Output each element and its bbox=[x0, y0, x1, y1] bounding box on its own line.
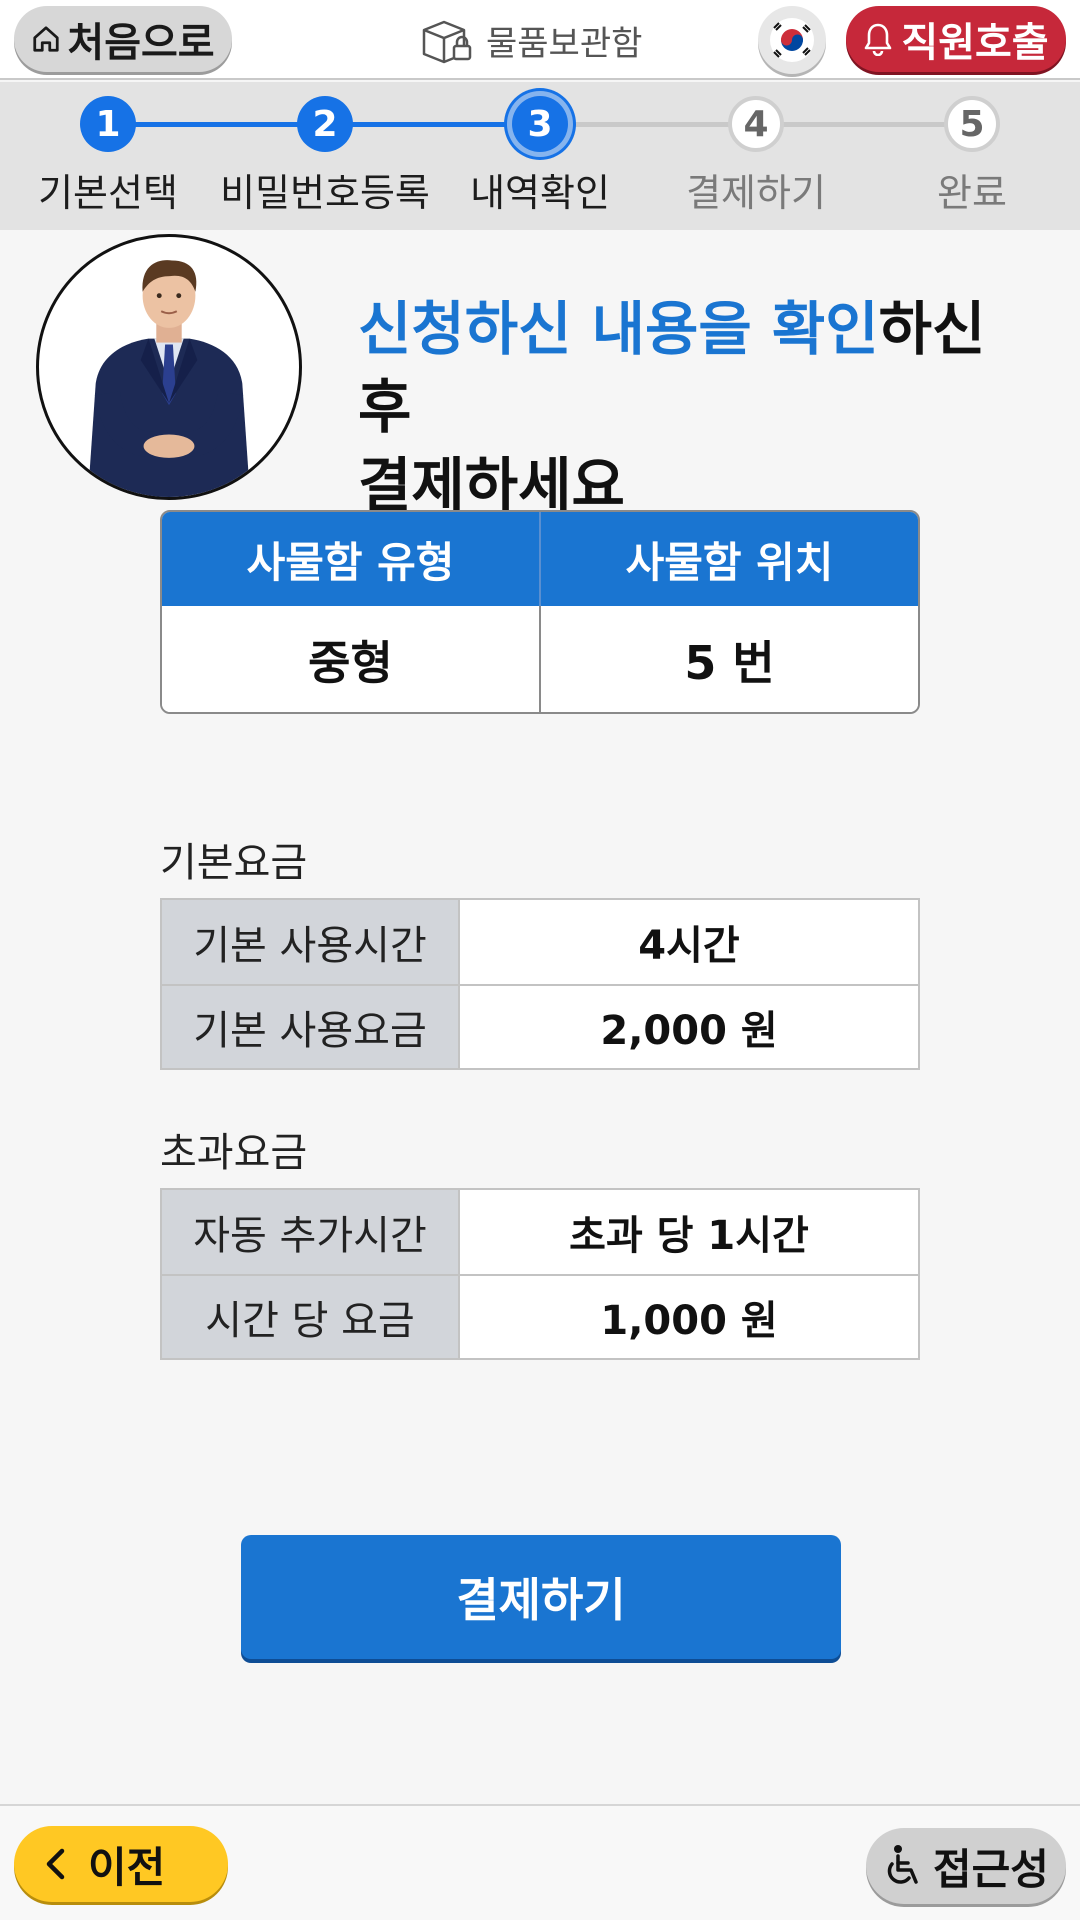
fee-value: 4시간 bbox=[638, 923, 740, 969]
service-title: 물품보관함 bbox=[420, 14, 642, 66]
fee-key: 시간 당 요금 bbox=[162, 1276, 460, 1358]
bell-icon bbox=[865, 23, 892, 56]
table-row: 기본 사용시간 4시간 bbox=[162, 900, 918, 984]
table-row: 기본 사용요금 2,000 원 bbox=[162, 984, 918, 1068]
step-1-circle: 1 bbox=[80, 96, 136, 152]
page-heading: 신청하신 내용을 확인하신 후 결제하세요 bbox=[358, 290, 1058, 524]
previous-button-label: 이전 bbox=[88, 1842, 166, 1892]
home-button-label: 처음으로 bbox=[67, 20, 215, 66]
step-4-circle: 4 bbox=[728, 96, 784, 152]
home-button[interactable]: 처음으로 bbox=[14, 6, 232, 72]
step-4-label: 결제하기 bbox=[686, 171, 826, 215]
fee-value: 1,000 원 bbox=[600, 1298, 778, 1344]
step-2-circle: 2 bbox=[297, 96, 353, 152]
step-3-label: 내역확인 bbox=[470, 171, 610, 215]
service-title-text: 물품보관함 bbox=[486, 23, 643, 64]
language-button[interactable] bbox=[758, 6, 826, 74]
bottom-bar: 이전 접근성 bbox=[0, 1804, 1080, 1920]
locker-table-header: 사물함 유형 사물함 위치 bbox=[162, 512, 918, 606]
home-icon bbox=[33, 26, 60, 52]
step-1-label: 기본선택 bbox=[38, 171, 178, 215]
locker-info-table: 사물함 유형 사물함 위치 중형 5 번 bbox=[160, 510, 920, 714]
heading-highlight: 신청하신 내용을 확인 bbox=[358, 295, 879, 363]
accessibility-label: 접근성 bbox=[933, 1844, 1049, 1894]
chevron-left-icon bbox=[46, 1848, 65, 1880]
guide-avatar bbox=[36, 234, 302, 500]
fee-key: 기본 사용요금 bbox=[162, 986, 460, 1068]
wheelchair-icon bbox=[887, 1845, 918, 1884]
fee-value: 초과 당 1시간 bbox=[569, 1213, 809, 1259]
extra-fee-title: 초과요금 bbox=[160, 1130, 308, 1176]
fee-value: 2,000 원 bbox=[600, 1008, 778, 1054]
step-2-label: 비밀번호등록 bbox=[220, 171, 430, 215]
extra-fee-table: 자동 추가시간 초과 당 1시간 시간 당 요금 1,000 원 bbox=[160, 1188, 920, 1360]
fee-key: 기본 사용시간 bbox=[162, 900, 460, 984]
heading-line2: 결제하세요 bbox=[358, 451, 625, 519]
guide-avatar-illustration bbox=[87, 260, 251, 497]
locker-icon bbox=[422, 20, 472, 64]
step-5-circle: 5 bbox=[944, 96, 1000, 152]
previous-button[interactable]: 이전 bbox=[14, 1826, 228, 1902]
locker-location-value: 5 번 bbox=[539, 606, 918, 712]
call-staff-button[interactable]: 직원호출 bbox=[846, 6, 1066, 72]
accessibility-button[interactable]: 접근성 bbox=[866, 1828, 1066, 1904]
table-row: 자동 추가시간 초과 당 1시간 bbox=[162, 1190, 918, 1274]
korea-flag-icon bbox=[770, 18, 814, 62]
locker-type-header: 사물함 유형 bbox=[246, 537, 455, 587]
call-staff-label: 직원호출 bbox=[901, 20, 1049, 66]
locker-table-row: 중형 5 번 bbox=[162, 606, 918, 712]
top-bar: 처음으로 물품보관함 직원호출 bbox=[0, 0, 1080, 80]
locker-location-header: 사물함 위치 bbox=[539, 512, 918, 606]
step-3-circle: 3 bbox=[512, 96, 568, 152]
table-row: 시간 당 요금 1,000 원 bbox=[162, 1274, 918, 1358]
basic-fee-table: 기본 사용시간 4시간 기본 사용요금 2,000 원 bbox=[160, 898, 920, 1070]
basic-fee-title: 기본요금 bbox=[160, 840, 308, 886]
fee-key: 자동 추가시간 bbox=[162, 1190, 460, 1274]
pay-button[interactable]: 결제하기 bbox=[241, 1535, 841, 1659]
step-5-label: 완료 bbox=[937, 171, 1007, 215]
locker-type-value: 중형 bbox=[308, 636, 393, 690]
